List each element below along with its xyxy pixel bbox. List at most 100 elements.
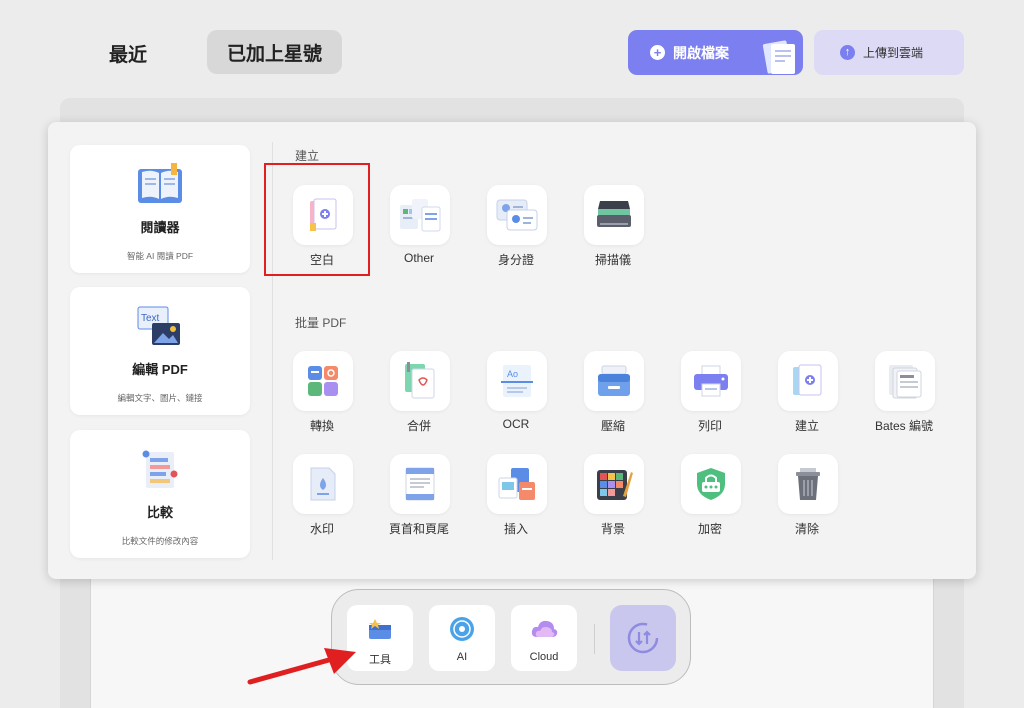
- batch-insert-tile: [487, 454, 547, 514]
- cloud-icon: [531, 620, 558, 637]
- scanner-icon: [597, 201, 631, 227]
- batch-bates-tool[interactable]: Bates 編號: [859, 351, 949, 441]
- dock-ai-button[interactable]: AI: [429, 605, 495, 671]
- batch-header-footer-label: 頁首和頁尾: [388, 522, 449, 536]
- batch-create-tile: [778, 351, 838, 411]
- edit-icon-text: Text: [141, 313, 160, 324]
- batch-section-title: 批量 PDF: [295, 316, 347, 330]
- reader-card[interactable]: 閱讀器 智能 AI 閱讀 PDF: [70, 145, 250, 273]
- convert-icon: [308, 366, 338, 396]
- pointer-arrow-annotation: [247, 648, 356, 685]
- batch-header-footer-tile: [390, 454, 450, 514]
- batch-merge-label: 合併: [406, 419, 431, 433]
- batch-bates-tile: [875, 351, 935, 411]
- compare-subtitle: 比較文件的修改內容: [121, 536, 199, 546]
- batch-convert-label: 轉換: [309, 419, 334, 433]
- create-section-title: 建立: [295, 149, 320, 163]
- dock-ai-label: AI: [456, 651, 468, 663]
- watermark-icon: [310, 467, 336, 501]
- batch-background-tile: [584, 454, 644, 514]
- insert-icon: [498, 468, 535, 500]
- batch-create-tool[interactable]: 建立: [762, 351, 852, 441]
- batch-watermark-label: 水印: [309, 522, 334, 536]
- highlight-box: [264, 163, 370, 276]
- batch-clear-tool[interactable]: 清除: [762, 454, 852, 544]
- batch-background-tool[interactable]: 背景: [568, 454, 658, 544]
- batch-header-footer-tool[interactable]: 頁首和頁尾: [374, 454, 464, 544]
- upload-arrow-icon: ↑: [840, 45, 855, 60]
- sync-icon: [627, 622, 659, 654]
- batch-insert-label: 插入: [503, 522, 528, 536]
- book-icon: [138, 163, 182, 203]
- open-file-label: 開啟檔案: [673, 44, 729, 61]
- batch-convert-tile: [293, 351, 353, 411]
- edit-text-image-icon: Text: [137, 306, 180, 345]
- create-other-tile: [390, 185, 450, 245]
- reader-subtitle: 智能 AI 閱讀 PDF: [126, 251, 194, 261]
- create-id-card-tile: [487, 185, 547, 245]
- compare-card[interactable]: 比較 比較文件的修改內容: [70, 430, 250, 558]
- create-scanner-tile: [584, 185, 644, 245]
- reader-title: 閱讀器: [140, 220, 180, 235]
- create-other-tool[interactable]: Other: [374, 185, 464, 275]
- dock-cloud-button[interactable]: Cloud: [511, 605, 577, 671]
- batch-merge-tool[interactable]: 合併: [374, 351, 464, 441]
- batch-ocr-tile: Ao: [487, 351, 547, 411]
- batch-ocr-tool[interactable]: Ao OCR: [471, 351, 561, 441]
- merge-icon: [405, 362, 435, 399]
- batch-convert-tool[interactable]: 轉換: [277, 351, 367, 441]
- batch-merge-tile: [390, 351, 450, 411]
- encrypt-icon: [697, 468, 725, 500]
- trash-icon: [796, 468, 820, 500]
- compress-icon: [598, 365, 630, 396]
- batch-print-label: 列印: [697, 419, 722, 433]
- create-other-label: Other: [403, 251, 434, 265]
- batch-bates-label: Bates 編號: [874, 419, 934, 433]
- ai-orb-icon: [450, 617, 474, 641]
- batch-clear-label: 清除: [794, 522, 819, 536]
- edit-pdf-title: 編輯 PDF: [132, 362, 188, 377]
- batch-background-label: 背景: [600, 522, 625, 536]
- batch-print-tool[interactable]: 列印: [665, 351, 755, 441]
- open-file-button[interactable]: + 開啟檔案: [628, 30, 803, 75]
- batch-watermark-tile: [293, 454, 353, 514]
- batch-compress-tile: [584, 351, 644, 411]
- batch-ocr-label: OCR: [502, 417, 530, 431]
- upload-cloud-label: 上傳到雲端: [863, 46, 924, 60]
- tools-panel: 閱讀器 智能 AI 閱讀 PDF Text 編輯 PDF 編輯文字、圖片、鏈接 …: [48, 122, 976, 579]
- tab-recent[interactable]: 最近: [92, 32, 164, 74]
- create-id-card-tool[interactable]: 身分證: [471, 185, 561, 275]
- batch-insert-tool[interactable]: 插入: [471, 454, 561, 544]
- printer-icon: [694, 365, 728, 397]
- batch-clear-tile: [778, 454, 838, 514]
- tab-starred[interactable]: 已加上星號: [207, 30, 342, 74]
- batch-print-tile: [681, 351, 741, 411]
- compare-icon: [142, 450, 178, 488]
- dock-sync-button[interactable]: [610, 605, 676, 671]
- upload-cloud-button[interactable]: ↑ 上傳到雲端: [814, 30, 964, 75]
- background-icon: [597, 470, 633, 500]
- plus-circle-icon: +: [650, 45, 665, 60]
- dock-separator: [594, 624, 595, 654]
- batch-compress-label: 壓縮: [600, 419, 625, 433]
- svg-text:Ao: Ao: [507, 369, 518, 379]
- batch-watermark-tool[interactable]: 水印: [277, 454, 367, 544]
- batch-encrypt-tile: [681, 454, 741, 514]
- toolbox-icon: [369, 619, 391, 639]
- other-forms-icon: [400, 199, 441, 232]
- create-id-card-label: 身分證: [497, 253, 534, 267]
- batch-compress-tool[interactable]: 壓縮: [568, 351, 658, 441]
- edit-pdf-card[interactable]: Text 編輯 PDF 編輯文字、圖片、鏈接: [70, 287, 250, 415]
- create-scanner-tool[interactable]: 掃描儀: [568, 185, 658, 275]
- batch-encrypt-label: 加密: [697, 522, 722, 536]
- create-doc-icon: [793, 364, 822, 396]
- batch-encrypt-tool[interactable]: 加密: [665, 454, 755, 544]
- batch-create-label: 建立: [794, 419, 819, 433]
- dock-cloud-label: Cloud: [529, 651, 559, 663]
- bottom-dock: 工具 AI Cloud: [331, 589, 691, 685]
- bates-number-icon: [889, 365, 922, 399]
- documents-stack-icon: [762, 40, 795, 74]
- header-footer-icon: [405, 467, 435, 501]
- compare-title: 比較: [146, 505, 173, 520]
- ocr-icon: Ao: [501, 365, 533, 397]
